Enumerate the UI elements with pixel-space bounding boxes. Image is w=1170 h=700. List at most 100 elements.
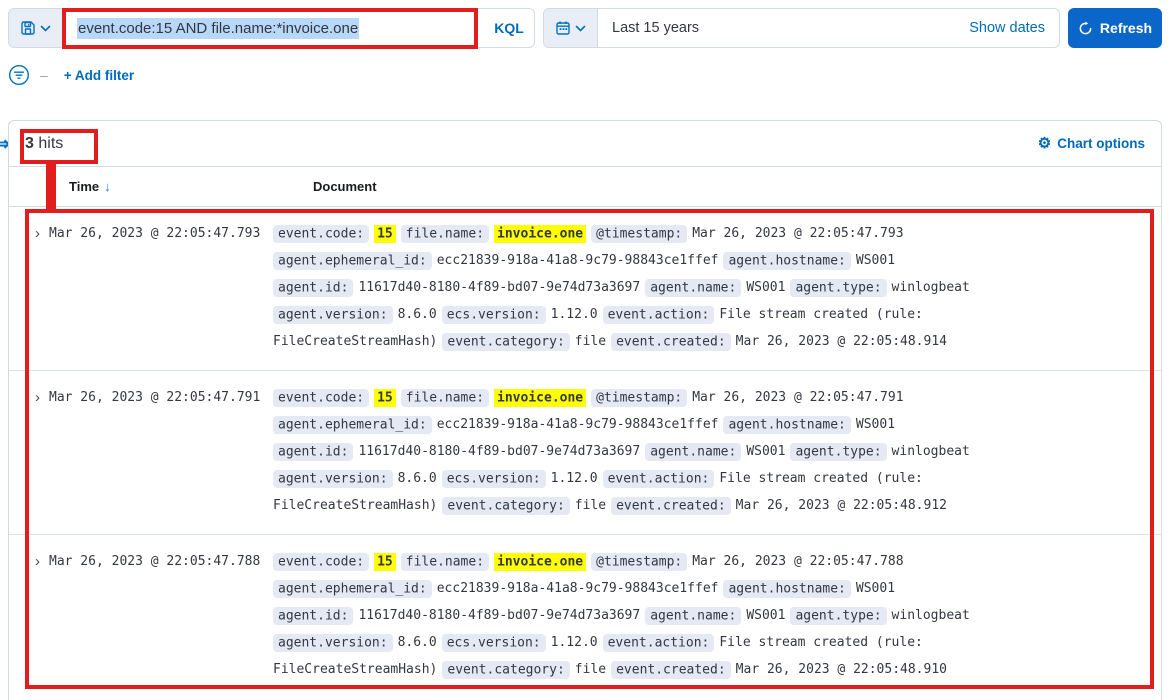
chevron-down-icon (40, 25, 51, 32)
field-badge: event.created: (611, 497, 731, 515)
table-row: › Mar 26, 2023 @ 22:05:47.788 event.code: 1… (9, 534, 1161, 698)
chevron-down-icon (575, 25, 586, 32)
expand-row-icon[interactable]: › (9, 548, 49, 683)
field-value: winlogbeat (892, 280, 970, 295)
show-dates-button[interactable]: Show dates (969, 9, 1059, 47)
highlighted-value: 15 (374, 225, 396, 243)
field-badge: event.code: (273, 389, 369, 407)
field-badge: agent.version: (273, 634, 393, 652)
results-panel: 3 hits ⚙ Chart options Time ↓ Document ›… (8, 120, 1162, 700)
field-badge: event.category: (442, 497, 569, 515)
table-row: ›Mar 26, 2023 @ 22:05:47.793event.code: 1… (9, 207, 1161, 370)
field-badge: event.created: (611, 333, 731, 351)
field-badge: agent.hostname: (723, 252, 850, 270)
add-filter-button[interactable]: + Add filter (64, 68, 134, 83)
query-text: event.code:15 AND file.name:*invoice.one (77, 18, 359, 39)
column-header-time[interactable]: Time ↓ (49, 179, 313, 194)
row-time: Mar 26, 2023 @ 22:05:47.793 (49, 220, 273, 355)
filter-icon[interactable] (8, 64, 30, 86)
table-header: Time ↓ Document (9, 167, 1161, 207)
field-value: 1.12.0 (551, 471, 598, 486)
field-value: ecc21839-918a-41a8-9c79-98843ce1ffef (437, 253, 719, 268)
field-value: WS001 (856, 417, 895, 432)
row-time: Mar 26, 2023 @ 22:05:47.791 (49, 384, 273, 519)
save-icon (20, 20, 36, 36)
expand-row-icon[interactable]: › (9, 220, 49, 355)
date-quick-select-button[interactable] (544, 9, 598, 47)
field-badge: event.action: (603, 634, 715, 652)
field-badge: agent.ephemeral_id: (273, 416, 432, 434)
field-badge: agent.id: (273, 279, 353, 297)
field-badge: event.action: (603, 306, 715, 324)
field-badge: agent.version: (273, 470, 393, 488)
field-badge: event.action: (603, 470, 715, 488)
hits-count: 3 hits (25, 135, 63, 153)
expand-row-icon[interactable]: › (9, 384, 49, 519)
column-header-document[interactable]: Document (313, 179, 1161, 194)
field-badge: ecs.version: (442, 634, 546, 652)
field-badge: agent.id: (273, 443, 353, 461)
field-badge: agent.name: (645, 607, 741, 625)
field-badge: ecs.version: (442, 470, 546, 488)
refresh-icon (1078, 21, 1093, 36)
field-value: FileCreateStreamHash) (273, 498, 437, 513)
field-badge: file.name: (401, 225, 489, 243)
field-value: Mar 26, 2023 @ 22:05:48.912 (736, 498, 947, 513)
highlighted-value: invoice.one (494, 389, 586, 407)
field-value: WS001 (746, 608, 785, 623)
field-value: 1.12.0 (551, 307, 598, 322)
field-value: File stream created (rule: (719, 307, 923, 322)
search-bar: event.code:15 AND file.name:*invoice.one… (8, 8, 1162, 48)
filter-bar: – + Add filter (8, 62, 134, 88)
field-value: file (575, 334, 606, 349)
refresh-button[interactable]: Refresh (1068, 8, 1162, 48)
field-value: ecc21839-918a-41a8-9c79-98843ce1ffef (437, 581, 719, 596)
field-value: 11617d40-8180-4f89-bd07-9e74d73a3697 (358, 608, 640, 623)
highlighted-value: 15 (374, 389, 396, 407)
field-badge: agent.id: (273, 607, 353, 625)
field-value: WS001 (746, 280, 785, 295)
field-badge: @timestamp: (591, 225, 687, 243)
field-value: Mar 26, 2023 @ 22:05:48.914 (736, 334, 947, 349)
save-query-button[interactable] (9, 9, 63, 47)
table-row: ›Mar 26, 2023 @ 22:05:47.791event.code: 1… (9, 370, 1161, 534)
sort-descending-icon: ↓ (104, 179, 111, 194)
field-value: File stream created (rule: (719, 635, 923, 650)
time-column-label: Time (69, 179, 99, 194)
hits-label: hits (38, 135, 63, 152)
query-input[interactable]: event.code:15 AND file.name:*invoice.one (63, 9, 484, 47)
field-badge: agent.hostname: (723, 416, 850, 434)
chart-options-label: Chart options (1057, 136, 1145, 151)
field-value: Mar 26, 2023 @ 22:05:47.788 (692, 554, 903, 569)
field-badge: agent.name: (645, 443, 741, 461)
document-rows: ›Mar 26, 2023 @ 22:05:47.793event.code:1… (9, 207, 1161, 698)
highlighted-value: invoice.one (494, 553, 586, 571)
kql-badge[interactable]: KQL (484, 9, 534, 47)
field-badge: file.name: (401, 389, 489, 407)
field-badge: agent.type: (790, 279, 886, 297)
chart-options-button[interactable]: ⚙ Chart options (1038, 136, 1145, 151)
field-value: 8.6.0 (398, 635, 437, 650)
field-badge: agent.ephemeral_id: (273, 580, 432, 598)
field-value: 11617d40-8180-4f89-bd07-9e74d73a3697 (358, 444, 640, 459)
field-value: FileCreateStreamHash) (273, 662, 437, 677)
field-value: WS001 (856, 253, 895, 268)
row-document: event.code:15file.name:invoice.one@times… (273, 220, 1161, 355)
refresh-label: Refresh (1100, 20, 1152, 36)
hits-number: 3 (25, 135, 34, 152)
dash-divider: – (40, 67, 48, 83)
field-badge: event.created: (611, 661, 731, 679)
field-badge: agent.version: (273, 306, 393, 324)
field-badge: event.code: (273, 553, 369, 571)
field-value: 8.6.0 (398, 471, 437, 486)
field-value: File stream created (rule: (719, 471, 923, 486)
calendar-icon (555, 20, 571, 36)
field-badge: @timestamp: (591, 553, 687, 571)
field-badge: agent.name: (645, 279, 741, 297)
field-value: WS001 (856, 581, 895, 596)
field-badge: agent.type: (790, 443, 886, 461)
field-value: winlogbeat (892, 608, 970, 623)
time-range-value[interactable]: Last 15 years (598, 9, 969, 47)
field-badge: event.code: (273, 225, 369, 243)
row-document: event.code:15file.name:invoice.one@times… (273, 384, 1161, 519)
